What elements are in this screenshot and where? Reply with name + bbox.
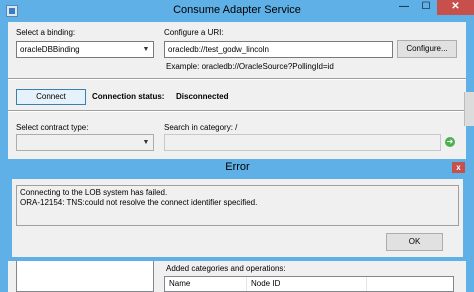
maximize-button[interactable]: ☐ (415, 0, 437, 15)
search-input[interactable] (164, 134, 441, 151)
column-header-node-id[interactable]: Node ID (247, 277, 367, 291)
dialog-title: Error (225, 161, 250, 173)
uri-input[interactable]: oracledb://test_godw_lincoln (164, 41, 393, 58)
binding-select[interactable]: oracleDBBinding ▼ (16, 41, 154, 58)
separator (8, 78, 466, 80)
connection-status-label: Connection status: (92, 92, 165, 101)
uri-label: Configure a URI: (164, 28, 224, 37)
chevron-down-icon: ▼ (142, 46, 150, 53)
binding-select-value: oracleDBBinding (20, 45, 80, 54)
close-button[interactable]: ✕ (437, 0, 474, 15)
separator (8, 110, 466, 112)
configure-button[interactable]: Configure... (397, 40, 457, 58)
scrollbar[interactable] (464, 92, 474, 126)
contract-type-select[interactable]: ▼ (16, 134, 154, 151)
search-category-label: Search in category: / (164, 123, 238, 132)
dialog-client-area: Connecting to the LOB system has failed.… (12, 179, 463, 257)
error-message-line: Connecting to the LOB system has failed. (20, 188, 168, 197)
title-bar: Consume Adapter Service — ☐ ✕ (0, 0, 474, 22)
uri-example-text: Example: oracledb://OracleSource?Polling… (166, 62, 334, 71)
operations-list[interactable]: Name Node ID (164, 276, 454, 292)
binding-label: Select a binding: (16, 28, 76, 37)
minimize-button[interactable]: — (393, 0, 415, 15)
error-dialog: Error x Connecting to the LOB system has… (6, 159, 469, 261)
connect-button[interactable]: Connect (16, 89, 86, 105)
category-tree-pane[interactable] (16, 258, 154, 292)
ok-button[interactable]: OK (386, 233, 443, 251)
column-header-name[interactable]: Name (165, 277, 247, 291)
chevron-down-icon: ▼ (142, 139, 150, 146)
contract-type-label: Select contract type: (16, 123, 89, 132)
search-go-icon[interactable]: ➜ (445, 137, 455, 147)
error-message-box: Connecting to the LOB system has failed.… (16, 185, 459, 226)
error-message-line: ORA-12154: TNS:could not resolve the con… (20, 198, 258, 207)
connection-status-value: Disconnected (176, 92, 229, 101)
dialog-close-button[interactable]: x (452, 162, 465, 173)
operations-label: Added categories and operations: (166, 264, 286, 273)
